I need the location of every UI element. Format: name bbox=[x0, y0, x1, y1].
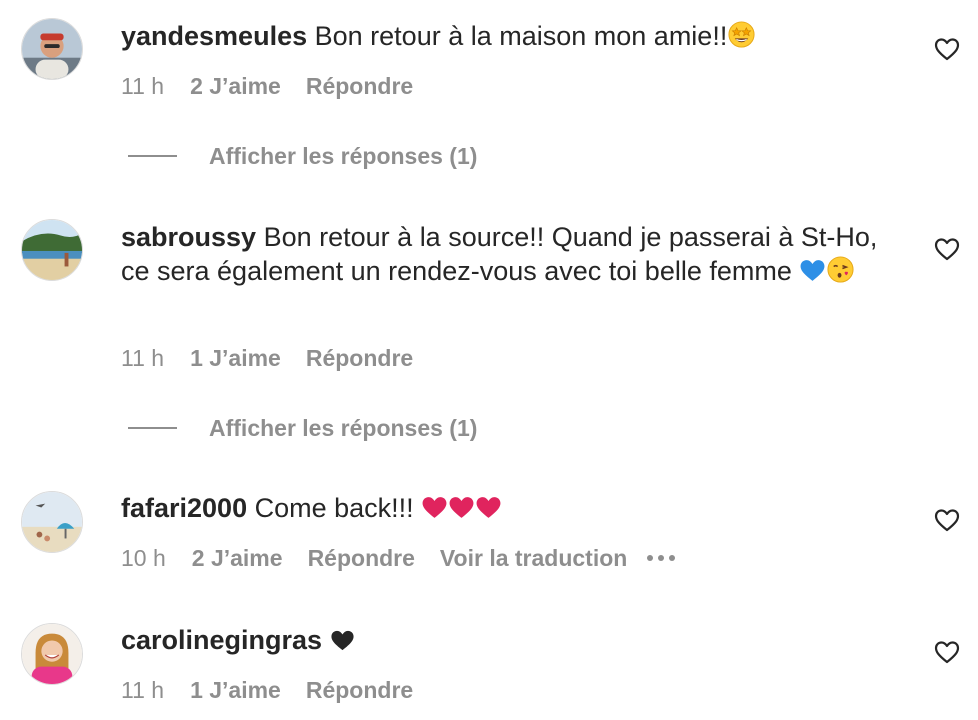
comment-body: Come back!!! bbox=[254, 493, 414, 523]
red-heart-emoji-icon bbox=[475, 494, 502, 521]
like-comment-button[interactable] bbox=[934, 640, 960, 664]
heart-outline-icon bbox=[934, 509, 960, 532]
more-options-icon[interactable] bbox=[647, 551, 676, 565]
reply-button[interactable]: Répondre bbox=[306, 73, 413, 100]
avatar[interactable] bbox=[21, 219, 83, 281]
comment-text: sabroussy Bon retour à la source!! Quand… bbox=[121, 220, 901, 288]
avatar[interactable] bbox=[21, 623, 83, 685]
replies-divider bbox=[128, 427, 177, 429]
red-heart-emoji-icon bbox=[421, 494, 448, 521]
comment-text: yandesmeules Bon retour à la maison mon … bbox=[121, 19, 901, 53]
black-heart-emoji-icon bbox=[330, 628, 355, 653]
comment-text: fafari2000 Come back!!! bbox=[121, 491, 901, 525]
comment-likes[interactable]: 1 J’aime bbox=[190, 677, 281, 704]
comment-meta: 11 h 1 J’aime Répondre bbox=[121, 343, 438, 373]
comment-username[interactable]: sabroussy bbox=[121, 222, 256, 252]
view-replies-button[interactable]: Afficher les réponses (1) bbox=[128, 141, 477, 171]
star-struck-emoji-icon bbox=[727, 20, 756, 49]
comment-meta: 10 h 2 J’aime Répondre Voir la traductio… bbox=[121, 543, 676, 573]
replies-divider bbox=[128, 155, 177, 157]
heart-outline-icon bbox=[934, 38, 960, 61]
reply-button[interactable]: Répondre bbox=[306, 677, 413, 704]
reply-button[interactable]: Répondre bbox=[306, 345, 413, 372]
comment-username[interactable]: yandesmeules bbox=[121, 21, 307, 51]
like-comment-button[interactable] bbox=[934, 508, 960, 532]
comment-username[interactable]: carolinegingras bbox=[121, 625, 322, 655]
view-replies-label: Afficher les réponses (1) bbox=[209, 142, 478, 169]
comment-username[interactable]: fafari2000 bbox=[121, 493, 247, 523]
heart-outline-icon bbox=[934, 641, 960, 664]
comment-time[interactable]: 11 h bbox=[121, 345, 164, 372]
like-comment-button[interactable] bbox=[934, 37, 960, 61]
heart-outline-icon bbox=[934, 238, 960, 261]
comment-likes[interactable]: 1 J’aime bbox=[190, 345, 281, 372]
comment-time[interactable]: 10 h bbox=[121, 545, 166, 572]
view-replies-button[interactable]: Afficher les réponses (1) bbox=[128, 413, 477, 443]
comment-time[interactable]: 11 h bbox=[121, 677, 164, 704]
avatar[interactable] bbox=[21, 18, 83, 80]
comment-likes[interactable]: 2 J’aime bbox=[190, 73, 281, 100]
comment-meta: 11 h 2 J’aime Répondre bbox=[121, 71, 438, 101]
avatar[interactable] bbox=[21, 491, 83, 553]
red-heart-emoji-icon bbox=[448, 494, 475, 521]
comment-body: Bon retour à la maison mon amie!! bbox=[314, 21, 728, 51]
comment-likes[interactable]: 2 J’aime bbox=[192, 545, 283, 572]
face-blowing-kiss-emoji-icon bbox=[826, 255, 855, 284]
see-translation-button[interactable]: Voir la traduction bbox=[440, 545, 627, 572]
comment-meta: 11 h 1 J’aime Répondre bbox=[121, 675, 438, 705]
reply-button[interactable]: Répondre bbox=[308, 545, 415, 572]
like-comment-button[interactable] bbox=[934, 237, 960, 261]
blue-heart-emoji-icon bbox=[799, 257, 826, 284]
view-replies-label: Afficher les réponses (1) bbox=[209, 414, 478, 441]
comment-text: carolinegingras bbox=[121, 623, 901, 657]
comment-time[interactable]: 11 h bbox=[121, 73, 164, 100]
